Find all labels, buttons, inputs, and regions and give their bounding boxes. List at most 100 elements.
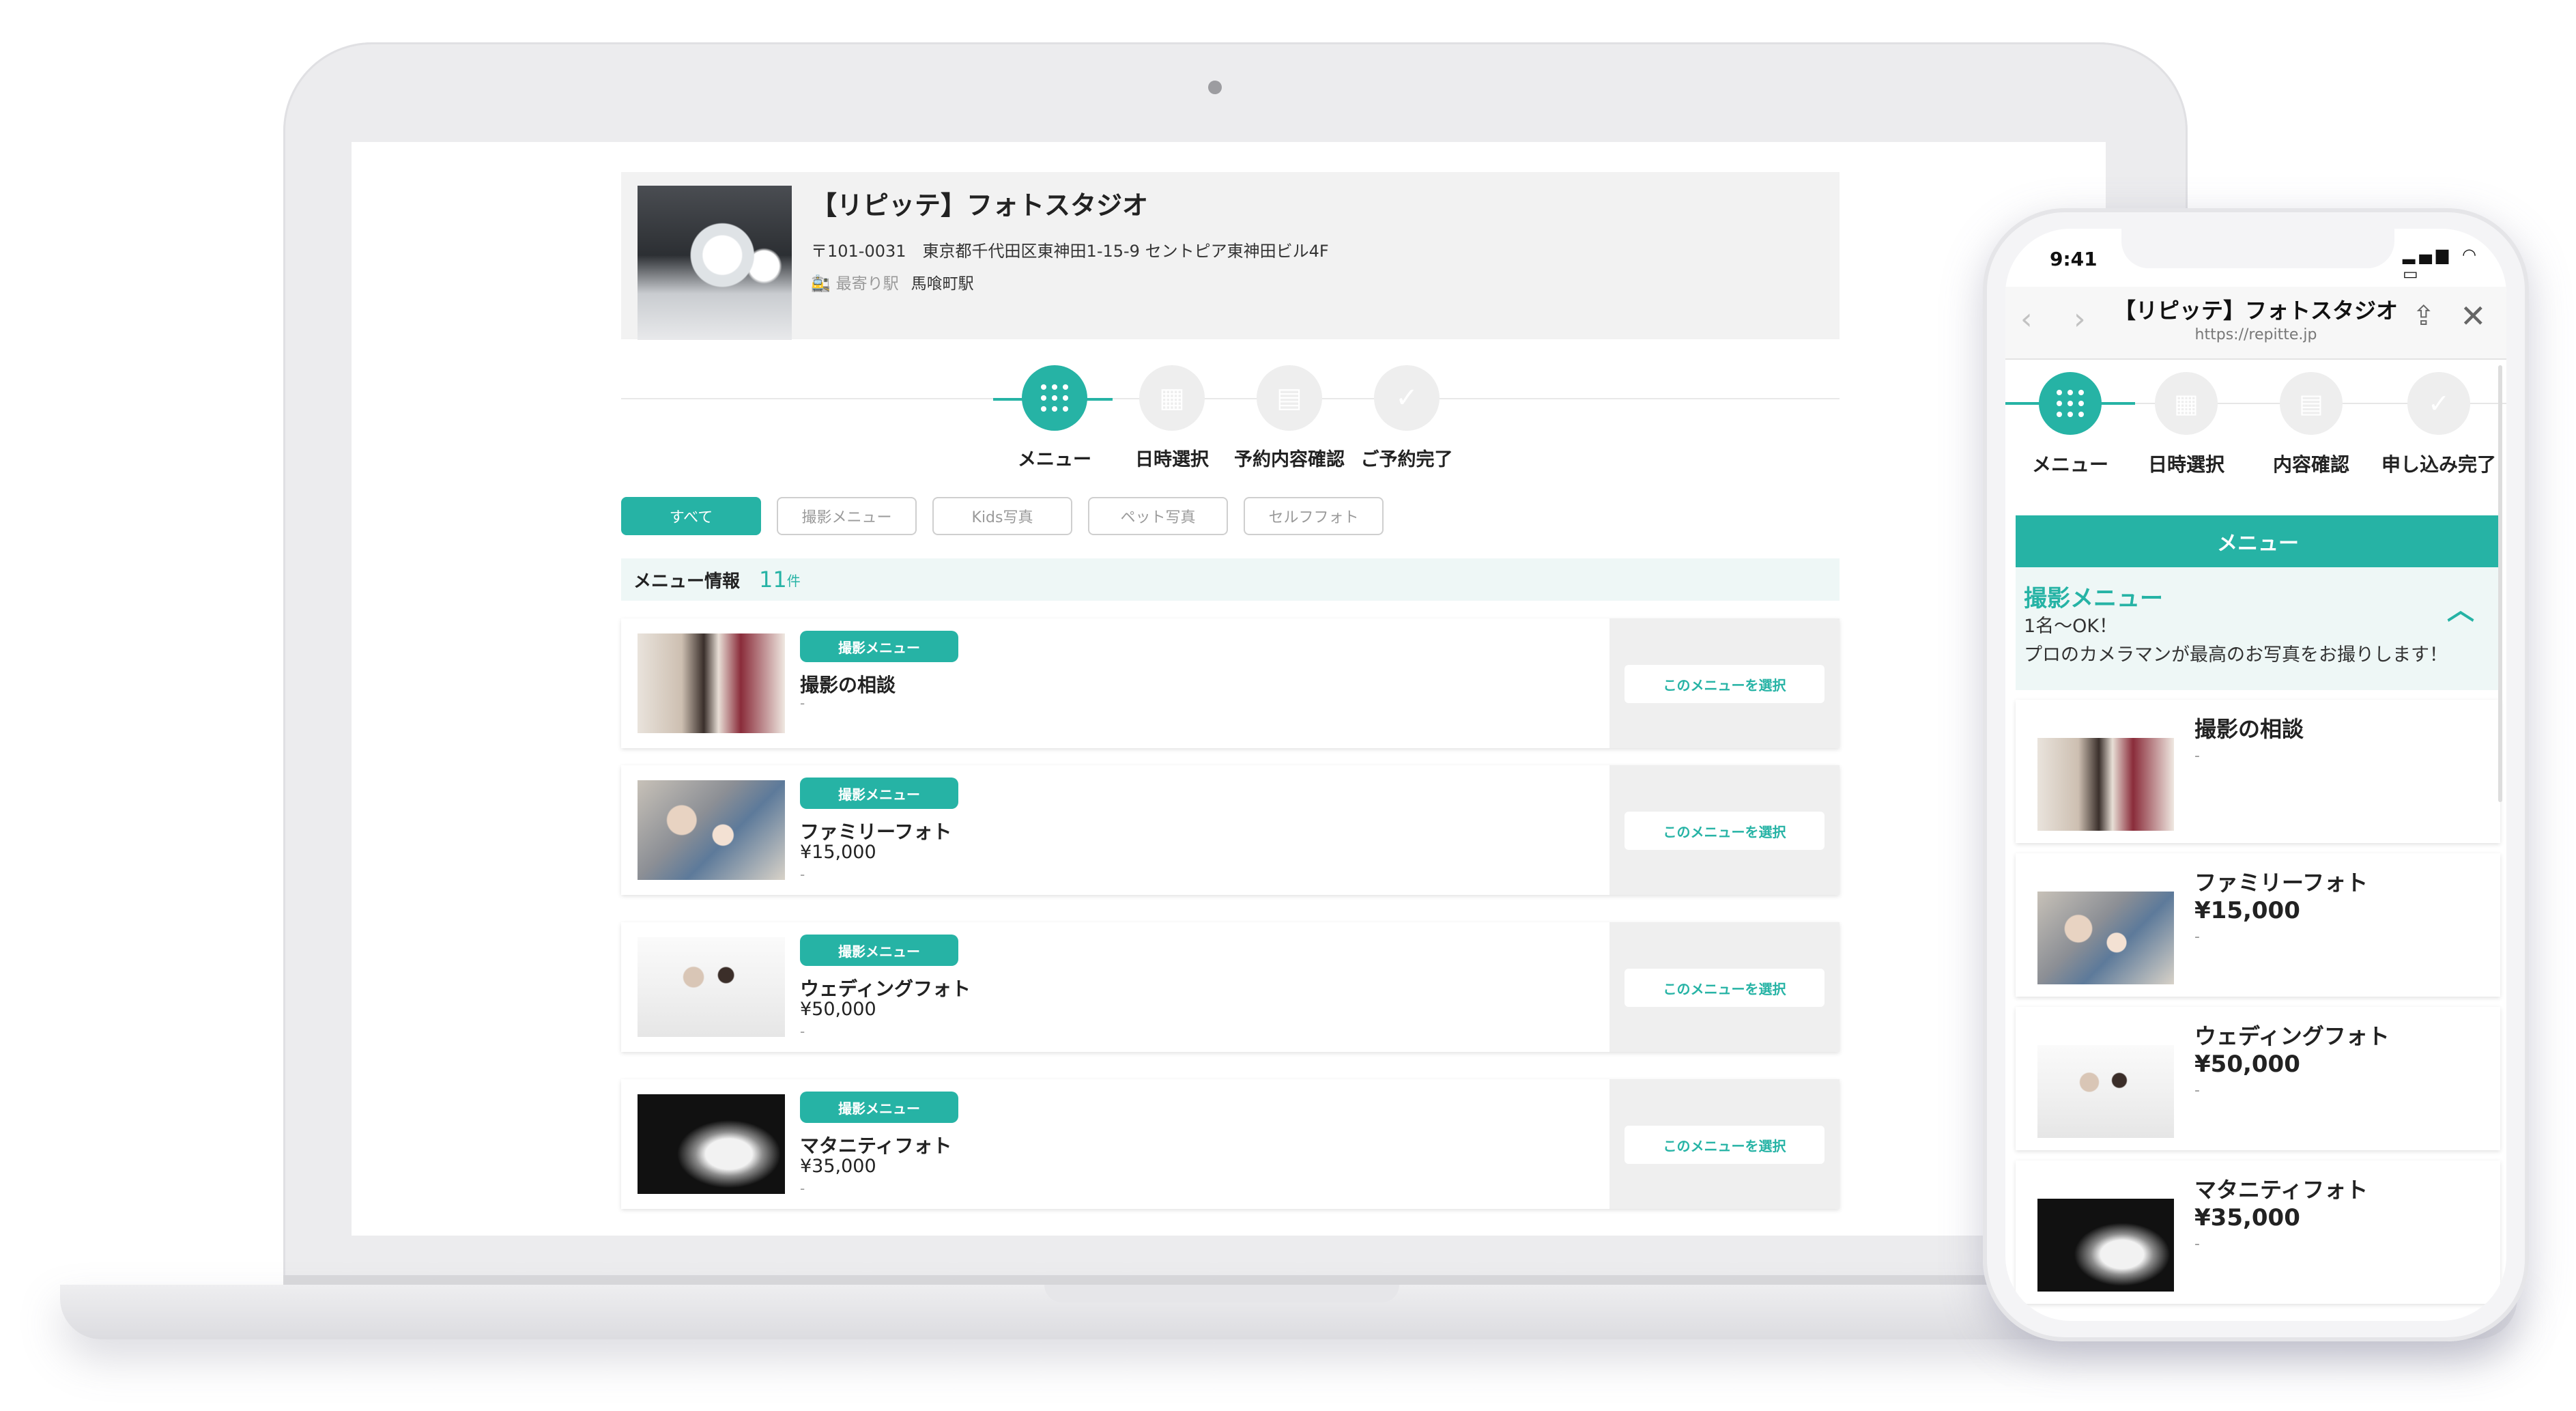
menu-note: - (2194, 1082, 2200, 1099)
scrollbar[interactable] (2498, 365, 2502, 802)
menu-select-panel: このメニューを選択 (1609, 922, 1840, 1052)
laptop-notch (1044, 1285, 1399, 1302)
menu-photo (638, 633, 785, 733)
studio-address: 〒101-0031 東京都千代田区東神田1-15-9 セントピア東神田ビル4F (811, 242, 1329, 261)
menu-count-unit: 件 (786, 572, 801, 589)
laptop-screen: 【リピッテ】フォトスタジオ 〒101-0031 東京都千代田区東神田1-15-9… (352, 142, 2106, 1236)
select-menu-button[interactable]: このメニューを選択 (1625, 812, 1824, 850)
category-title: 撮影メニュー (2024, 585, 2163, 612)
select-menu-button[interactable]: このメニューを選択 (1625, 665, 1824, 703)
step-confirm[interactable]: ▤ 内容確認 (2246, 372, 2376, 477)
menu-header: メニュー (2016, 515, 2500, 567)
step-datetime[interactable]: ▦ 日時選択 (2121, 372, 2251, 477)
calendar-icon: ▦ (2155, 372, 2218, 435)
tab-kids[interactable]: Kids写真 (932, 497, 1072, 535)
menu-photo (2037, 892, 2174, 984)
menu-card: 撮影メニュー ウェディングフォト ¥50,000 - このメニューを選択 (621, 922, 1840, 1052)
menu-photo (638, 937, 785, 1037)
grid-icon (2039, 372, 2102, 435)
menu-note: - (800, 866, 805, 883)
menu-name: ファミリーフォト (2194, 870, 2369, 896)
step-menu[interactable]: メニュー (2005, 372, 2135, 477)
check-icon: ✓ (1374, 365, 1440, 431)
menu-photo (2037, 1045, 2174, 1138)
menu-photo (2037, 738, 2174, 831)
menu-price: ¥50,000 (2194, 1051, 2300, 1078)
check-icon: ✓ (2407, 372, 2470, 435)
grid-icon (1022, 365, 1087, 431)
menu-info-label: メニュー情報 (633, 571, 741, 592)
step-complete[interactable]: ✓ 申し込み完了 (2374, 372, 2504, 477)
tab-self-photo[interactable]: セルフフォト (1244, 497, 1384, 535)
menu-select-panel: このメニューを選択 (1609, 618, 1840, 748)
step-label: 内容確認 (2272, 453, 2349, 476)
clipboard-icon: ▤ (2280, 372, 2343, 435)
phone-notch (2121, 229, 2394, 268)
calendar-icon: ▦ (1139, 365, 1205, 431)
category-section[interactable]: 撮影メニュー 1名〜OK！ プロのカメラマンが最高のお写真をお撮りします！ ︿ (2016, 567, 2500, 690)
studio-station: 🚉 最寄り駅 馬喰町駅 (811, 270, 974, 294)
studio-title: 【リピッテ】フォトスタジオ (811, 190, 1149, 220)
share-icon[interactable]: ⇪ (2412, 300, 2435, 332)
laptop-camera (1208, 81, 1222, 94)
station-name: 馬喰町駅 (911, 275, 974, 293)
menu-price: ¥35,000 (2194, 1204, 2300, 1231)
category-badge: 撮影メニュー (800, 631, 958, 662)
step-complete[interactable]: ✓ ご予約完了 (1335, 365, 1478, 471)
menu-price: ¥50,000 (800, 999, 876, 1020)
menu-price: ¥15,000 (800, 842, 876, 863)
tab-pet[interactable]: ペット写真 (1088, 497, 1228, 535)
menu-note: - (800, 695, 805, 711)
menu-card[interactable]: ウェディングフォト ¥50,000 - (2016, 1007, 2500, 1150)
menu-price: ¥35,000 (800, 1156, 876, 1177)
status-time: 9:41 (2050, 248, 2098, 270)
menu-name: ウェディングフォト (800, 978, 971, 1000)
menu-card[interactable]: ファミリーフォト ¥15,000 - (2016, 853, 2500, 997)
menu-name: マタニティフォト (2194, 1177, 2369, 1203)
tab-shooting-menu[interactable]: 撮影メニュー (777, 497, 917, 535)
menu-photo (2037, 1199, 2174, 1292)
station-label: 最寄り駅 (835, 275, 899, 293)
studio-photo (638, 186, 792, 340)
train-icon: 🚉 (811, 275, 831, 293)
menu-note: - (800, 1023, 805, 1040)
category-badge: 撮影メニュー (800, 1092, 958, 1123)
menu-price: ¥15,000 (2194, 897, 2300, 924)
category-badge: 撮影メニュー (800, 778, 958, 809)
close-icon[interactable]: ✕ (2460, 298, 2487, 334)
menu-card[interactable]: 撮影の相談 - (2016, 700, 2500, 843)
phone-screen: 9:41 ▂▄▆ ◠ ▭ ‹ › 【リピッテ】フォトスタジオ https://r… (2005, 229, 2506, 1321)
browser-nav-bar: ‹ › 【リピッテ】フォトスタジオ https://repitte.jp ⇪ ✕ (2005, 287, 2506, 360)
menu-photo (638, 780, 785, 880)
menu-name: 撮影の相談 (800, 674, 896, 696)
menu-photo (638, 1094, 785, 1194)
menu-name: マタニティフォト (800, 1135, 952, 1157)
menu-note: - (2194, 1236, 2200, 1253)
menu-card: 撮影メニュー マタニティフォト ¥35,000 - このメニューを選択 (621, 1079, 1840, 1209)
category-description: 1名〜OK！ プロのカメラマンが最高のお写真をお撮りします！ (2024, 616, 2448, 666)
tab-all[interactable]: すべて (621, 497, 761, 535)
menu-card[interactable]: マタニティフォト ¥35,000 - (2016, 1160, 2500, 1304)
menu-card: 撮影メニュー ファミリーフォト ¥15,000 - このメニューを選択 (621, 765, 1840, 895)
menu-name: ファミリーフォト (800, 821, 952, 843)
menu-select-panel: このメニューを選択 (1609, 765, 1840, 895)
step-label: 申し込み完了 (2381, 453, 2496, 476)
menu-info-bar: メニュー情報 11 件 (621, 558, 1840, 601)
menu-count: 11 (759, 567, 787, 593)
menu-name: ウェディングフォト (2194, 1023, 2390, 1049)
step-label: メニュー (2031, 453, 2108, 476)
menu-card: 撮影メニュー 撮影の相談 - このメニューを選択 (621, 618, 1840, 748)
menu-note: - (2194, 747, 2200, 765)
menu-note: - (2194, 928, 2200, 945)
chevron-up-icon[interactable]: ︿ (2447, 588, 2474, 627)
step-label: 日時選択 (2147, 453, 2224, 476)
studio-header: 【リピッテ】フォトスタジオ 〒101-0031 東京都千代田区東神田1-15-9… (621, 172, 1840, 340)
select-menu-button[interactable]: このメニューを選択 (1625, 969, 1824, 1007)
menu-name: 撮影の相談 (2194, 716, 2304, 742)
step-label: ご予約完了 (1360, 449, 1453, 470)
menu-select-panel: このメニューを選択 (1609, 1079, 1840, 1209)
clipboard-icon: ▤ (1257, 365, 1322, 431)
menu-note: - (800, 1180, 805, 1197)
select-menu-button[interactable]: このメニューを選択 (1625, 1126, 1824, 1164)
category-badge: 撮影メニュー (800, 935, 958, 966)
